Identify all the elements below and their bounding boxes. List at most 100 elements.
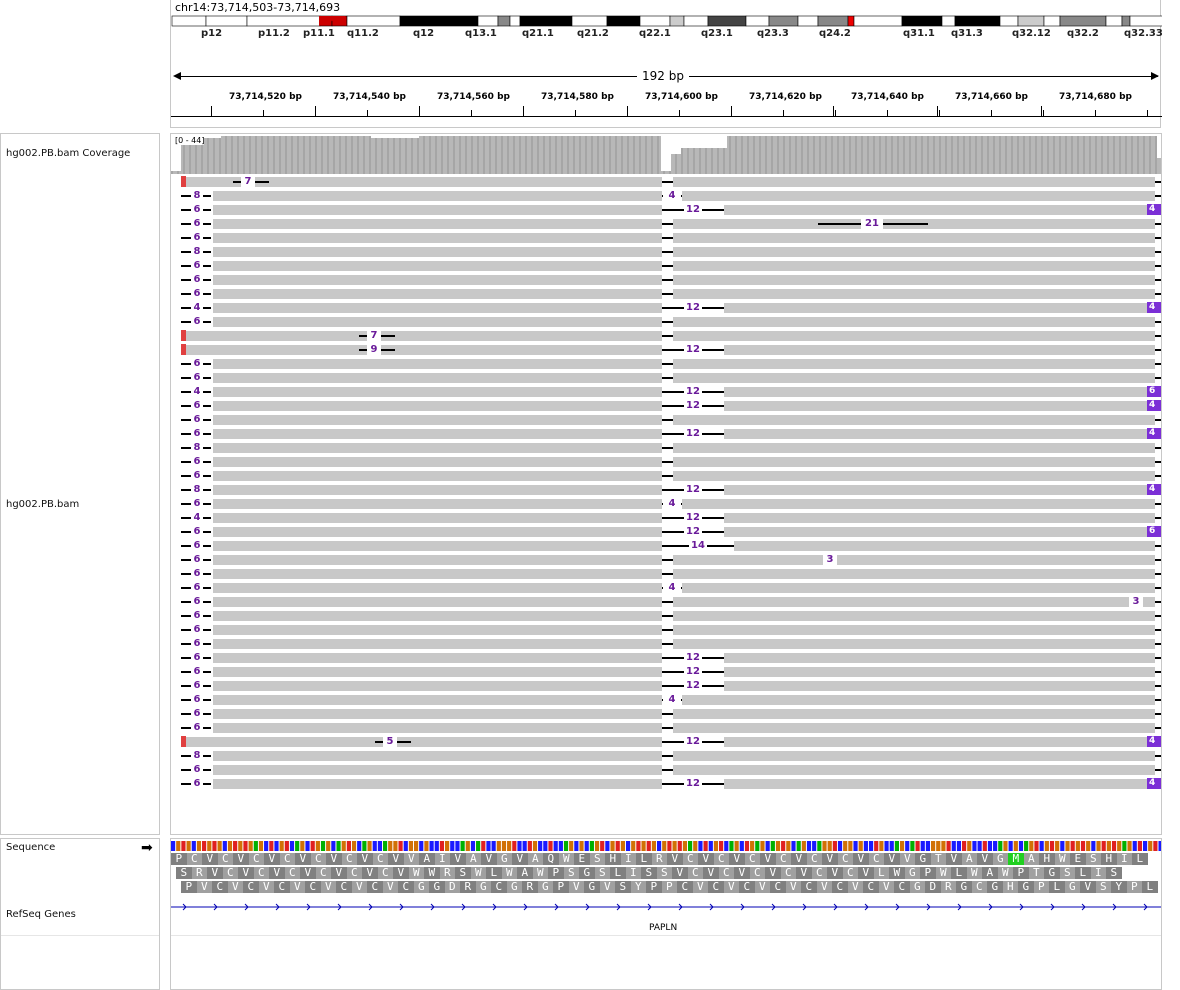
read-segment[interactable] (673, 639, 1155, 649)
read-segment[interactable] (673, 233, 1155, 243)
insertion-marker[interactable]: 4 (1147, 204, 1161, 215)
read-segment[interactable] (213, 373, 662, 383)
read-segment[interactable] (724, 429, 1155, 439)
alignment-row[interactable]: 5 12 4 (171, 736, 1161, 748)
deletion-size-label[interactable]: 6 (191, 652, 203, 663)
deletion-size-label[interactable]: 6 (191, 708, 203, 719)
alignment-row[interactable]: 6 (171, 708, 1161, 720)
alignment-row[interactable]: 6 (171, 274, 1161, 286)
read-segment[interactable] (213, 569, 662, 579)
read-segment[interactable] (673, 471, 1155, 481)
alignment-row[interactable]: 64 (171, 582, 1161, 594)
alignment-row[interactable]: 6 (171, 316, 1161, 328)
read-segment[interactable] (213, 457, 662, 467)
read-segment[interactable] (724, 653, 1155, 663)
read-segment[interactable] (213, 247, 662, 257)
deletion-size-label[interactable]: 6 (191, 358, 203, 369)
deletion-size-label[interactable]: 21 (861, 218, 883, 229)
read-segment[interactable] (213, 401, 662, 411)
deletion-size-label[interactable]: 8 (191, 750, 203, 761)
alignment-track-label[interactable]: hg002.PB.bam (6, 499, 79, 510)
alignment-row[interactable]: 6 (171, 638, 1161, 650)
read-segment[interactable] (213, 667, 662, 677)
sequence-bases[interactable] (171, 841, 1162, 851)
deletion-size-label[interactable]: 12 (684, 204, 702, 215)
read-segment[interactable] (181, 345, 662, 355)
deletion-size-label[interactable]: 6 (191, 288, 203, 299)
deletion-size-label[interactable]: 6 (191, 680, 203, 691)
read-segment[interactable] (682, 695, 1155, 705)
deletion-size-label[interactable]: 6 (191, 372, 203, 383)
deletion-size-label[interactable]: 6 (191, 778, 203, 789)
coverage-track[interactable] (171, 134, 1162, 174)
deletion-size-label[interactable]: 14 (689, 540, 707, 551)
deletion-size-label[interactable]: 6 (191, 498, 203, 509)
read-segment[interactable] (213, 723, 662, 733)
insertion-marker[interactable]: 4 (1147, 484, 1161, 495)
read-segment[interactable] (673, 177, 1155, 187)
read-segment[interactable] (734, 541, 1155, 551)
deletion-size-label[interactable]: 12 (684, 526, 702, 537)
read-segment[interactable] (213, 639, 662, 649)
insertion-marker[interactable]: 4 (1147, 400, 1161, 411)
read-segment[interactable] (673, 765, 1155, 775)
read-segment[interactable] (213, 751, 662, 761)
alignment-row[interactable]: 9 12 (171, 344, 1161, 356)
softclip-marker[interactable] (181, 330, 186, 341)
deletion-size-label[interactable]: 6 (191, 470, 203, 481)
read-segment[interactable] (724, 667, 1155, 677)
refseq-track-label[interactable]: RefSeq Genes (6, 909, 76, 920)
alignment-row[interactable]: 4 12 (171, 512, 1161, 524)
deletion-size-label[interactable]: 6 (191, 596, 203, 607)
deletion-size-label[interactable]: 7 (241, 176, 255, 187)
alignment-row[interactable]: 6 (171, 372, 1161, 384)
read-segment[interactable] (213, 485, 662, 495)
deletion-size-label[interactable]: 4 (663, 498, 681, 509)
alignment-row[interactable]: 6 21 (171, 218, 1161, 230)
alignment-row[interactable]: 6 12 4 (171, 204, 1161, 216)
deletion-size-label[interactable]: 6 (191, 218, 203, 229)
read-segment[interactable] (213, 429, 662, 439)
read-segment[interactable] (213, 499, 662, 509)
read-segment[interactable] (682, 191, 1155, 201)
softclip-marker[interactable] (181, 736, 186, 747)
alignment-row[interactable]: 6 12 (171, 666, 1161, 678)
read-segment[interactable] (724, 779, 1155, 789)
read-segment[interactable] (213, 681, 662, 691)
read-segment[interactable] (213, 527, 662, 537)
read-segment[interactable] (213, 261, 662, 271)
alignment-row[interactable]: 6 (171, 232, 1161, 244)
read-segment[interactable] (181, 737, 662, 747)
read-segment[interactable] (673, 597, 1155, 607)
deletion-size-label[interactable]: 4 (663, 694, 681, 705)
deletion-size-label[interactable]: 4 (191, 302, 203, 313)
deletion-size-label[interactable]: 12 (684, 736, 702, 747)
deletion-size-label[interactable]: 12 (684, 512, 702, 523)
read-segment[interactable] (213, 359, 662, 369)
read-segment[interactable] (673, 611, 1155, 621)
alignment-row[interactable]: 6 (171, 456, 1161, 468)
insertion-marker[interactable]: 6 (1147, 386, 1161, 397)
alignment-row[interactable]: 6 12 4 (171, 400, 1161, 412)
deletion-size-label[interactable]: 6 (191, 456, 203, 467)
deletion-size-label[interactable]: 6 (191, 638, 203, 649)
alignment-track[interactable]: 7 8 4 6 12 4 6 21 6 8 6 6 6 4 12 4 6 7 9 12 6 6 4 12 6 6 12 4 6 6 12 4 8… (171, 176, 1161, 834)
alignment-row[interactable]: 6 12 (171, 652, 1161, 664)
read-segment[interactable] (673, 625, 1155, 635)
coverage-track-label[interactable]: hg002.PB.bam Coverage (6, 148, 130, 159)
alignment-row[interactable]: 8 (171, 246, 1161, 258)
read-segment[interactable] (673, 359, 1155, 369)
read-segment[interactable] (682, 583, 1155, 593)
deletion-size-label[interactable]: 6 (191, 428, 203, 439)
read-segment[interactable] (213, 583, 662, 593)
read-segment[interactable] (724, 401, 1155, 411)
deletion-size-label[interactable]: 8 (191, 246, 203, 257)
alignment-row[interactable]: 6 (171, 260, 1161, 272)
read-segment[interactable] (213, 779, 662, 789)
read-segment[interactable] (724, 527, 1155, 537)
read-segment[interactable] (213, 219, 662, 229)
softclip-marker[interactable] (181, 344, 186, 355)
deletion-size-label[interactable]: 6 (191, 274, 203, 285)
deletion-size-label[interactable]: 8 (191, 484, 203, 495)
read-segment[interactable] (213, 709, 662, 719)
